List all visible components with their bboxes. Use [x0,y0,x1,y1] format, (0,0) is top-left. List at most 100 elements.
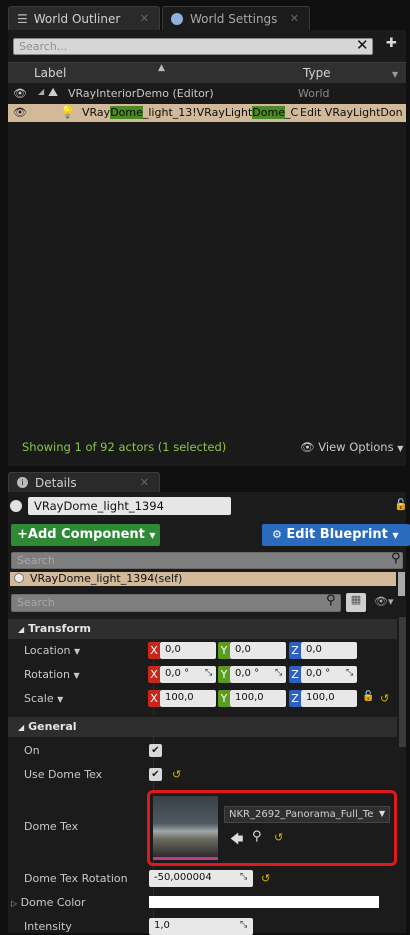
scale-y-field[interactable]: 100,0 [230,690,286,707]
scale-label-text: Scale [24,692,54,705]
use-selected-arrow-icon[interactable]: 🡄 [230,830,243,852]
dome-color-swatch[interactable] [149,896,379,908]
use-dome-tex-checkbox[interactable]: ✔ [149,768,162,781]
search-icon[interactable]: ⚲ [391,551,401,566]
details-scrollbar[interactable] [399,617,406,747]
x-axis-label: X [148,642,160,659]
tab-world-settings[interactable]: World Settings ✕ [162,6,310,30]
location-label-text: Location [24,644,71,657]
close-tab-icon[interactable]: ✕ [140,476,149,489]
drag-handle-icon[interactable]: ⤡ [275,668,282,678]
pin-icon[interactable]: ✚ [386,36,397,51]
intensity-field[interactable]: 1,0 [149,918,253,935]
location-z-field[interactable]: 0,0 [301,642,357,659]
scale-label[interactable]: Scale ▼ [24,692,63,705]
location-y-field[interactable]: 0,0 [230,642,286,659]
tab-details[interactable]: i Details ✕ [8,472,160,492]
sphere-icon [14,573,24,583]
world-outliner-panel: Search... ✕ ✚ Label ▲ Type ▼ 👁 ◢ ⛰ VRayI… [8,30,406,466]
close-tab-icon[interactable]: ✕ [290,12,299,25]
transform-section-header[interactable]: ◢ Transform [8,619,397,639]
dome-tex-dropdown[interactable]: NKR_2692_Panorama_Full_Te [224,806,390,823]
column-label[interactable]: Label [34,66,66,80]
on-checkbox[interactable]: ✔ [149,744,162,757]
component-scrollbar[interactable] [398,572,405,596]
expand-arrow-icon[interactable]: ◢ [38,87,44,96]
actor-type-link[interactable]: Edit VRayLightDon [300,106,406,119]
clear-search-icon[interactable]: ✕ [356,36,369,54]
z-axis-label: Z [289,690,301,707]
drag-handle-icon[interactable]: ⤡ [205,668,212,678]
scale-x-field[interactable]: 100,0 [160,690,216,707]
world-name: VRayInteriorDemo (Editor) [68,87,214,100]
dome-tex-value: NKR_2692_Panorama_Full_Te [229,809,374,820]
chevron-down-icon[interactable]: ▼ [379,809,385,818]
lock-icon[interactable]: 🔓 [394,498,408,511]
tab-world-outliner-label: World Outliner [33,11,121,26]
dome-tex-rotation-label: Dome Tex Rotation [24,872,128,885]
light-bulb-icon: 💡 [60,105,75,119]
column-type[interactable]: Type [303,66,331,80]
general-section-header[interactable]: ◢ General [8,717,397,737]
eye-icon[interactable]: 👁 [13,106,27,119]
eye-icon[interactable]: 👁 [13,87,27,100]
dome-tex-label: Dome Tex [24,820,79,833]
chevron-down-icon: ▼ [73,671,80,680]
drag-handle-icon[interactable]: ⤡ [346,668,353,678]
actor-sphere-icon [10,500,22,512]
scale-z-field[interactable]: 100,0 [301,690,357,707]
tab-world-outliner[interactable]: ☰ World Outliner ✕ [8,6,160,30]
y-axis-label: Y [218,642,230,659]
component-self-row[interactable]: VRayDome_light_1394(self) [10,572,396,586]
name-part: VRay [82,106,111,119]
rotation-label[interactable]: Rotation ▼ [24,668,80,681]
component-search-input[interactable]: Search [11,552,403,569]
property-matrix-button[interactable]: ▦ [346,593,366,612]
drag-handle-icon[interactable]: ⤡ [240,920,247,930]
lock-scale-icon[interactable]: 🔓 [362,691,374,702]
world-icon: ⛰ [48,85,59,99]
add-component-button[interactable]: +Add Component ▼ [11,524,160,546]
info-icon: i [17,477,28,488]
browse-search-icon[interactable]: ⚲ [252,829,262,844]
outliner-row-selected[interactable]: 👁 💡 VRayDome_light_13!VRayLightDome_C Ed… [8,104,406,122]
search-icon[interactable]: ⚲ [326,593,336,608]
actor-name: VRayDome_light_13!VRayLightDome_C [82,106,298,119]
outliner-header: Label ▲ Type ▼ [8,62,406,83]
edit-blueprint-button[interactable]: ⚙ Edit Blueprint ▼ [262,524,410,546]
expand-arrow-icon: ▷ [11,899,18,908]
component-self-label: VRayDome_light_1394(self) [30,572,183,585]
header-dropdown-icon[interactable]: ▼ [392,70,398,79]
location-x-field[interactable]: 0,0 [160,642,216,659]
name-highlight: Dome [110,106,143,119]
name-highlight: Dome [252,106,285,119]
intensity-label: Intensity [24,920,72,933]
z-axis-label: Z [289,666,301,683]
location-label[interactable]: Location ▼ [24,644,80,657]
dome-tex-rotation-field[interactable]: -50,000004 [149,870,253,887]
dome-tex-thumbnail[interactable] [153,796,218,860]
world-type: World [298,87,330,100]
close-tab-icon[interactable]: ✕ [140,12,149,25]
actor-name-field[interactable]: VRayDome_light_1394 [28,497,231,515]
eye-visibility-icon[interactable]: 👁▾ [374,595,394,608]
globe-icon [171,12,183,25]
reset-icon[interactable]: ↺ [261,872,270,885]
reset-icon[interactable]: ↺ [172,768,181,781]
outliner-search-input[interactable]: Search... [13,38,373,55]
view-options-button[interactable]: 👁 View Options ▼ [300,440,403,454]
name-part: _C [284,106,299,119]
reset-icon[interactable]: ↺ [274,831,283,844]
tab-world-settings-label: World Settings [190,11,278,26]
rotation-label-text: Rotation [24,668,71,681]
edit-blueprint-label: Edit Blueprint [286,527,388,542]
drag-handle-icon[interactable]: ⤡ [240,872,247,882]
property-search-input[interactable]: Search [11,594,341,612]
details-panel: VRayDome_light_1394 🔓 +Add Component ▼ ⚙… [8,492,410,935]
reset-icon[interactable]: ↺ [380,692,389,705]
dome-color-label[interactable]: ▷ Dome Color [11,896,86,909]
x-axis-label: X [148,666,160,683]
outliner-row-world[interactable]: 👁 ◢ ⛰ VRayInteriorDemo (Editor) World [8,84,406,103]
y-axis-label: Y [218,666,230,683]
dome-color-label-text: Dome Color [20,896,86,909]
